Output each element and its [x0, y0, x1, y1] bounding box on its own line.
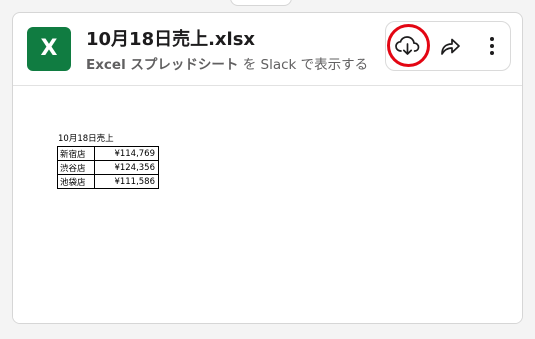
share-button[interactable] — [432, 28, 468, 64]
file-actions-toolbar — [385, 21, 511, 71]
more-vertical-icon — [490, 37, 494, 55]
file-header: X 10月18日売上.xlsx Excel スプレッドシート を Slack で… — [13, 13, 522, 86]
sales-table: 新宿店 ¥114,769 渋谷店 ¥124,356 池袋店 ¥111,586 — [57, 146, 159, 189]
amount-cell: ¥124,356 — [94, 160, 159, 175]
file-subtitle: Excel スプレッドシート を Slack で表示する — [86, 53, 396, 73]
file-type-label: Excel スプレッドシート — [86, 57, 239, 73]
excel-file-icon: X — [27, 27, 71, 71]
file-preview-card: X 10月18日売上.xlsx Excel スプレッドシート を Slack で… — [12, 12, 523, 324]
spreadsheet-preview: 10月18日売上 新宿店 ¥114,769 渋谷店 ¥124,356 池袋店 ¥… — [13, 86, 522, 323]
top-tab — [230, 0, 292, 6]
table-row: 新宿店 ¥114,769 — [57, 146, 159, 161]
table-row: 池袋店 ¥111,586 — [57, 174, 159, 189]
table-row: 渋谷店 ¥124,356 — [57, 160, 159, 175]
store-cell: 新宿店 — [57, 146, 95, 161]
store-cell: 渋谷店 — [57, 160, 95, 175]
store-cell: 池袋店 — [57, 174, 95, 189]
amount-cell: ¥114,769 — [94, 146, 159, 161]
view-in-slack-label: を Slack で表示する — [238, 57, 369, 73]
more-actions-button[interactable] — [474, 28, 510, 64]
sheet-title: 10月18日売上 — [58, 134, 114, 144]
amount-cell: ¥111,586 — [94, 174, 159, 189]
share-arrow-icon — [441, 38, 460, 55]
file-name: 10月18日売上.xlsx — [86, 29, 256, 50]
download-button[interactable] — [387, 24, 430, 67]
highlight-circle — [387, 24, 430, 67]
